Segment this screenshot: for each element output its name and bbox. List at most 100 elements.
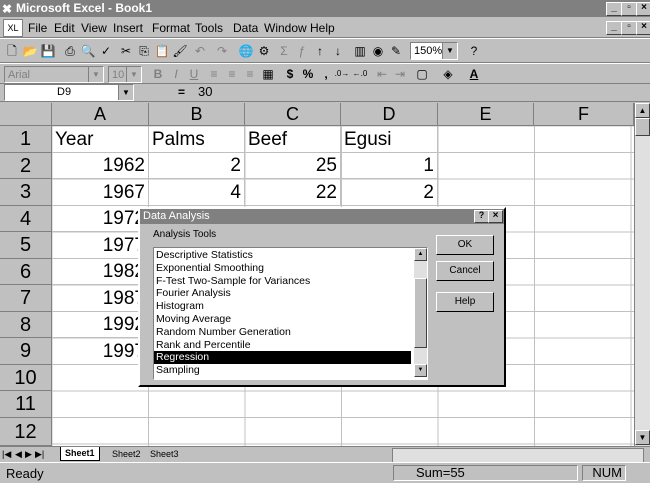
- cell-d2[interactable]: 1: [341, 153, 438, 179]
- analysis-tool-item[interactable]: Histogram: [154, 300, 411, 313]
- cell-a5[interactable]: 1977: [52, 232, 149, 259]
- name-box[interactable]: D9 ▼: [4, 84, 134, 101]
- row-header-2[interactable]: 2: [0, 153, 52, 179]
- print-preview-icon[interactable]: 🔍: [80, 43, 96, 59]
- italic-icon[interactable]: I: [168, 66, 184, 82]
- row-header-1[interactable]: 1: [0, 126, 52, 153]
- analysis-tool-item[interactable]: Exponential Smoothing: [154, 262, 411, 275]
- row-header-11[interactable]: 11: [0, 391, 52, 418]
- web-toolbar-icon[interactable]: ⚙: [256, 43, 272, 59]
- horizontal-scrollbar[interactable]: [392, 448, 644, 463]
- column-header-e[interactable]: E: [438, 103, 534, 126]
- cell-d3[interactable]: 2: [341, 179, 438, 206]
- menu-window[interactable]: Window: [264, 21, 307, 35]
- cell-a8[interactable]: 1992: [52, 312, 149, 338]
- zoom-select[interactable]: 150% ▼: [410, 42, 458, 60]
- analysis-tool-item[interactable]: Descriptive Statistics: [154, 249, 411, 262]
- cell-d1[interactable]: Egusi: [341, 126, 438, 153]
- font-select[interactable]: Arial ▼: [4, 66, 104, 83]
- row-header-4[interactable]: 4: [0, 206, 52, 232]
- open-icon[interactable]: 📂: [22, 43, 38, 59]
- hyperlink-icon[interactable]: 🌐: [238, 43, 254, 59]
- last-sheet-icon[interactable]: ▶|: [35, 449, 44, 460]
- doc-minimize-button[interactable]: _: [606, 21, 622, 35]
- cell-c2[interactable]: 25: [245, 153, 341, 179]
- map-icon[interactable]: ◉: [370, 43, 386, 59]
- minimize-button[interactable]: _: [606, 2, 622, 16]
- vertical-scrollbar[interactable]: ▲ ▼: [634, 103, 650, 446]
- formula-input[interactable]: 30: [198, 84, 212, 99]
- chevron-down-icon[interactable]: ▼: [126, 67, 141, 82]
- comma-icon[interactable]: ,: [318, 66, 334, 82]
- tab-sheet1[interactable]: Sheet1: [60, 447, 100, 461]
- cell-a7[interactable]: 1987: [52, 285, 149, 312]
- column-header-f[interactable]: F: [534, 103, 634, 126]
- analysis-tool-item[interactable]: Fourier Analysis: [154, 287, 411, 300]
- analysis-tool-item[interactable]: Regression: [154, 351, 411, 365]
- dialog-close-icon[interactable]: ×: [488, 210, 503, 223]
- save-icon[interactable]: 💾: [40, 43, 56, 59]
- bold-icon[interactable]: B: [150, 66, 166, 82]
- first-sheet-icon[interactable]: |◀: [2, 449, 11, 460]
- column-header-b[interactable]: B: [149, 103, 245, 126]
- doc-close-button[interactable]: ×: [636, 21, 650, 35]
- tab-sheet2[interactable]: Sheet2: [108, 448, 145, 460]
- cut-icon[interactable]: ✂: [118, 43, 134, 59]
- align-center-icon[interactable]: ≡: [224, 66, 240, 82]
- chevron-down-icon[interactable]: ▼: [442, 43, 457, 59]
- sort-descending-icon[interactable]: ↓: [330, 43, 346, 59]
- ok-button[interactable]: OK: [436, 235, 494, 255]
- row-header-7[interactable]: 7: [0, 285, 52, 312]
- cell-a1[interactable]: Year: [52, 126, 149, 153]
- list-scroll-up-icon[interactable]: ▲: [414, 248, 427, 261]
- chevron-down-icon[interactable]: ▼: [88, 67, 103, 82]
- menu-edit[interactable]: Edit: [54, 21, 75, 35]
- analysis-tool-item[interactable]: Rank and Percentile: [154, 339, 411, 352]
- scroll-down-icon[interactable]: ▼: [635, 430, 650, 445]
- select-all-corner[interactable]: [0, 103, 52, 126]
- align-right-icon[interactable]: ≡: [242, 66, 258, 82]
- copy-icon[interactable]: ⎘: [136, 43, 152, 59]
- workbook-icon[interactable]: XL: [3, 19, 23, 37]
- paste-function-icon[interactable]: ƒ: [294, 43, 310, 59]
- menu-tools[interactable]: Tools: [195, 21, 223, 35]
- format-painter-icon[interactable]: 🖌: [172, 43, 188, 59]
- font-size-select[interactable]: 10 ▼: [108, 66, 142, 83]
- row-header-10[interactable]: 10: [0, 365, 52, 391]
- decrease-indent-icon[interactable]: ⇤: [374, 66, 390, 82]
- dialog-help-icon[interactable]: ?: [474, 210, 489, 223]
- sort-ascending-icon[interactable]: ↑: [312, 43, 328, 59]
- menu-insert[interactable]: Insert: [113, 21, 143, 35]
- chart-wizard-icon[interactable]: ▥: [352, 43, 368, 59]
- font-color-icon[interactable]: A: [466, 66, 482, 82]
- column-header-a[interactable]: A: [52, 103, 149, 126]
- cell-a9[interactable]: 1997: [52, 338, 149, 365]
- cell-b3[interactable]: 4: [149, 179, 245, 206]
- autosum-icon[interactable]: Σ: [276, 43, 292, 59]
- analysis-tool-item[interactable]: Moving Average: [154, 313, 411, 326]
- row-header-8[interactable]: 8: [0, 312, 52, 338]
- analysis-tool-item[interactable]: Random Number Generation: [154, 326, 411, 339]
- row-header-12[interactable]: 12: [0, 418, 52, 446]
- help-button[interactable]: Help: [436, 292, 494, 312]
- merge-center-icon[interactable]: ▦: [260, 66, 276, 82]
- list-scroll-thumb[interactable]: [414, 278, 427, 348]
- row-header-5[interactable]: 5: [0, 232, 52, 259]
- prev-sheet-icon[interactable]: ◀: [15, 449, 22, 460]
- currency-icon[interactable]: $: [282, 66, 298, 82]
- list-scrollbar[interactable]: ▲ ▼: [414, 248, 427, 377]
- redo-icon[interactable]: ↷: [214, 43, 230, 59]
- scroll-up-icon[interactable]: ▲: [635, 103, 650, 118]
- chevron-down-icon[interactable]: ▼: [118, 85, 133, 100]
- close-button[interactable]: ×: [636, 2, 650, 16]
- menu-data[interactable]: Data: [233, 21, 258, 35]
- percent-icon[interactable]: %: [300, 66, 316, 82]
- doc-restore-button[interactable]: ▫: [621, 21, 637, 35]
- align-left-icon[interactable]: ≡: [206, 66, 222, 82]
- cell-a4[interactable]: 1972: [52, 206, 149, 232]
- drawing-icon[interactable]: ✎: [388, 43, 404, 59]
- underline-icon[interactable]: U: [186, 66, 202, 82]
- cell-b2[interactable]: 2: [149, 153, 245, 179]
- menu-file[interactable]: File: [28, 21, 47, 35]
- print-icon[interactable]: ⎙: [62, 43, 78, 59]
